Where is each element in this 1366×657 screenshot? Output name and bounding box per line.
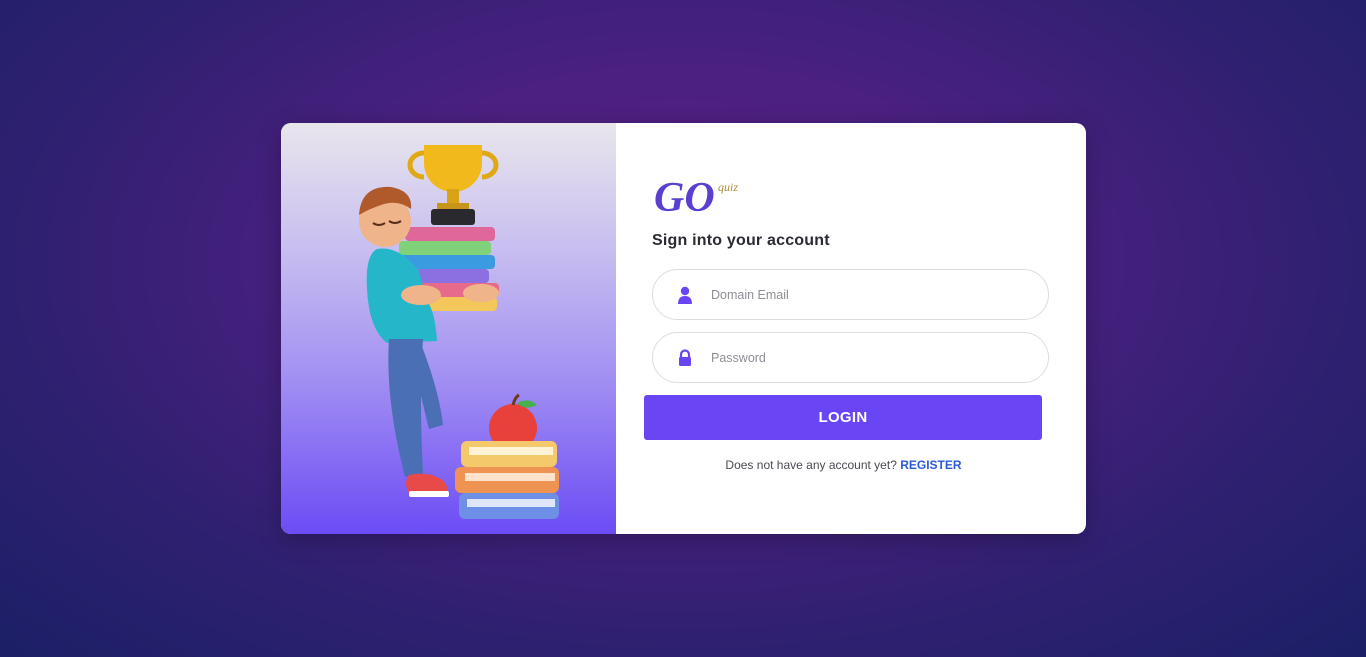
register-prompt-text: Does not have any account yet? — [725, 458, 897, 472]
email-field[interactable] — [652, 269, 1049, 320]
register-prompt: Does not have any account yet? REGISTER — [616, 458, 1071, 472]
logo-subtext: quiz — [718, 180, 738, 194]
illustration-panel — [281, 123, 616, 534]
book-stack-floor — [455, 441, 559, 519]
password-field[interactable] — [652, 332, 1049, 383]
user-icon — [678, 286, 692, 304]
page-title: Sign into your account — [652, 232, 830, 249]
brand-logo: GO quiz — [654, 175, 738, 221]
email-input[interactable] — [711, 282, 1031, 308]
register-link[interactable]: REGISTER — [900, 458, 961, 472]
trophy-icon — [407, 145, 499, 225]
login-panel: GO quiz Sign into your account LOGIN Doe… — [616, 123, 1086, 534]
lock-icon — [679, 349, 691, 366]
login-card: GO quiz Sign into your account LOGIN Doe… — [281, 123, 1086, 534]
student-head — [359, 186, 412, 247]
logo-text: GO — [654, 175, 715, 221]
student-illustration — [359, 145, 559, 519]
password-input[interactable] — [711, 345, 1031, 371]
login-button[interactable]: LOGIN — [644, 395, 1042, 440]
